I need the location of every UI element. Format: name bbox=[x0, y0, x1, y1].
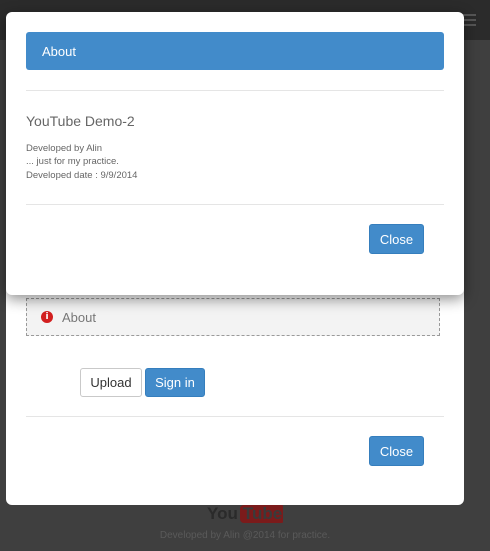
about-dialog: About YouTube Demo-2 Developed by Alin .… bbox=[6, 12, 464, 295]
close-button[interactable]: Close bbox=[369, 224, 424, 254]
logo-you: You bbox=[207, 505, 238, 523]
background-close-button[interactable]: Close bbox=[369, 436, 424, 466]
about-panel[interactable]: i About bbox=[26, 298, 440, 336]
developer-line: Developed by Alin bbox=[26, 143, 103, 154]
menu-icon[interactable] bbox=[462, 14, 476, 26]
practice-line: ... just for my practice. bbox=[26, 156, 119, 167]
sign-in-button[interactable]: Sign in bbox=[145, 368, 205, 397]
divider bbox=[26, 90, 444, 91]
youtube-logo: You Tube bbox=[207, 505, 283, 523]
logo-tube: Tube bbox=[239, 505, 283, 523]
date-line: Developed date : 9/9/2014 bbox=[26, 170, 138, 181]
app-title: YouTube Demo-2 bbox=[26, 113, 135, 129]
divider bbox=[26, 204, 444, 205]
background-modal: i About Upload Sign in Close bbox=[6, 258, 464, 505]
footer-text: Developed by Alin @2014 for practice. bbox=[159, 530, 331, 541]
upload-button[interactable]: Upload bbox=[80, 368, 142, 397]
divider bbox=[26, 416, 444, 417]
info-icon: i bbox=[41, 311, 53, 323]
dialog-header: About bbox=[26, 32, 444, 70]
about-label: About bbox=[62, 309, 96, 325]
